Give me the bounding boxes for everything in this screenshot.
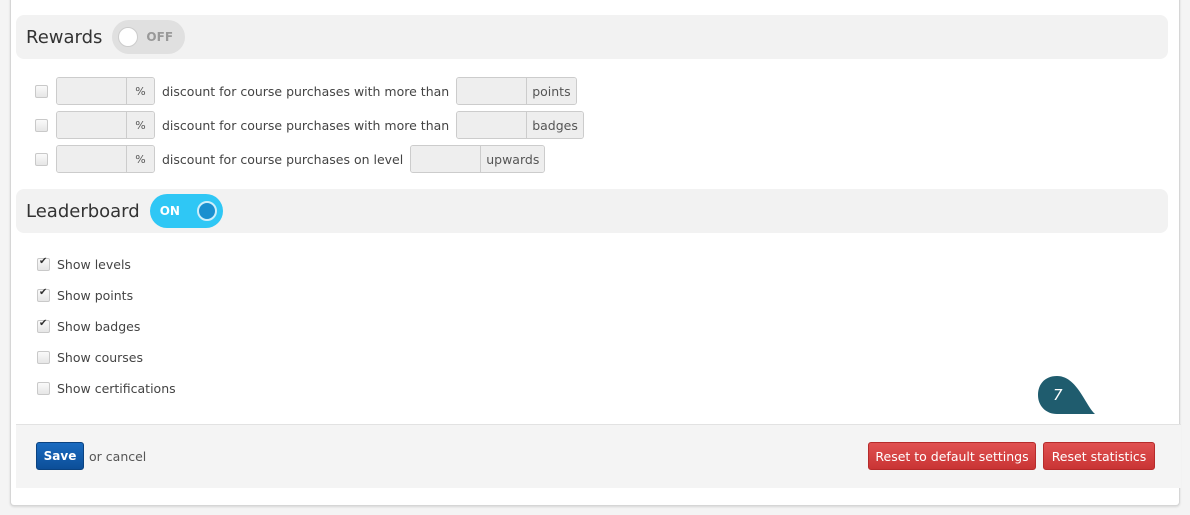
show-badges-checkbox[interactable]: [37, 318, 50, 333]
step-marker: 7: [1037, 375, 1095, 417]
option-label: Show badges: [57, 319, 141, 334]
reward-badges-checkbox[interactable]: [35, 118, 48, 132]
form-footer: Save or cancel Reset to default settings…: [16, 424, 1181, 488]
leaderboard-toggle-label: ON: [159, 204, 180, 218]
reset-default-settings-button[interactable]: Reset to default settings: [868, 442, 1036, 470]
reward-label: discount for course purchases on level: [162, 151, 404, 167]
option-label: Show courses: [57, 350, 143, 365]
marker-teardrop-icon: [1038, 376, 1095, 414]
leaderboard-toggle[interactable]: ON: [149, 194, 223, 228]
unit-label: upwards: [481, 146, 545, 172]
marker-number: 7: [1053, 386, 1063, 404]
level-discount-percent-input[interactable]: %: [56, 145, 155, 173]
toggle-knob: [196, 201, 217, 221]
option-show-certifications[interactable]: Show certifications: [37, 381, 176, 396]
leaderboard-title: Leaderboard: [26, 200, 140, 222]
option-show-courses[interactable]: Show courses: [37, 350, 143, 365]
threshold-field[interactable]: [457, 78, 528, 104]
leaderboard-section-header: Leaderboard ON: [16, 189, 1168, 233]
option-show-badges[interactable]: Show badges: [37, 318, 141, 334]
reward-points-checkbox[interactable]: [35, 84, 48, 98]
reward-row-points: % discount for course purchases with mor…: [35, 77, 577, 105]
save-button[interactable]: Save: [36, 442, 84, 470]
show-courses-checkbox[interactable]: [37, 351, 50, 364]
unit-label: badges: [527, 112, 583, 138]
threshold-field[interactable]: [457, 112, 528, 138]
percent-field[interactable]: [57, 78, 127, 104]
option-label: Show certifications: [57, 381, 176, 396]
show-points-checkbox[interactable]: [37, 287, 50, 302]
show-levels-checkbox[interactable]: [37, 256, 50, 271]
percent-field[interactable]: [57, 112, 127, 138]
percent-unit: %: [127, 146, 154, 172]
rewards-section-header: Rewards OFF: [16, 15, 1168, 59]
points-threshold-input[interactable]: points: [456, 77, 577, 105]
option-label: Show levels: [57, 257, 131, 272]
cancel-link[interactable]: cancel: [106, 449, 147, 464]
reset-statistics-button[interactable]: Reset statistics: [1043, 442, 1155, 470]
threshold-field[interactable]: [411, 146, 482, 172]
reward-row-badges: % discount for course purchases with mor…: [35, 111, 584, 139]
percent-unit: %: [127, 78, 154, 104]
percent-field[interactable]: [57, 146, 127, 172]
toggle-knob: [118, 27, 139, 47]
points-discount-percent-input[interactable]: %: [56, 77, 155, 105]
option-show-points[interactable]: Show points: [37, 287, 134, 303]
rewards-title: Rewards: [26, 26, 103, 48]
reward-row-level: % discount for course purchases on level…: [35, 145, 546, 173]
show-certifications-checkbox[interactable]: [37, 382, 50, 395]
level-threshold-input[interactable]: upwards: [410, 145, 546, 173]
settings-panel: Rewards OFF % discount for course purcha…: [10, 0, 1181, 506]
reward-level-checkbox[interactable]: [35, 152, 48, 166]
unit-label: points: [527, 78, 576, 104]
reward-label: discount for course purchases with more …: [162, 117, 450, 133]
reward-label: discount for course purchases with more …: [162, 83, 450, 99]
or-text: or: [89, 449, 102, 464]
option-label: Show points: [57, 288, 134, 303]
badges-threshold-input[interactable]: badges: [456, 111, 584, 139]
cancel-text: or cancel: [89, 449, 146, 464]
badges-discount-percent-input[interactable]: %: [56, 111, 155, 139]
rewards-toggle[interactable]: OFF: [112, 20, 186, 54]
percent-unit: %: [127, 112, 154, 138]
option-show-levels[interactable]: Show levels: [37, 256, 131, 272]
rewards-toggle-label: OFF: [146, 30, 174, 44]
